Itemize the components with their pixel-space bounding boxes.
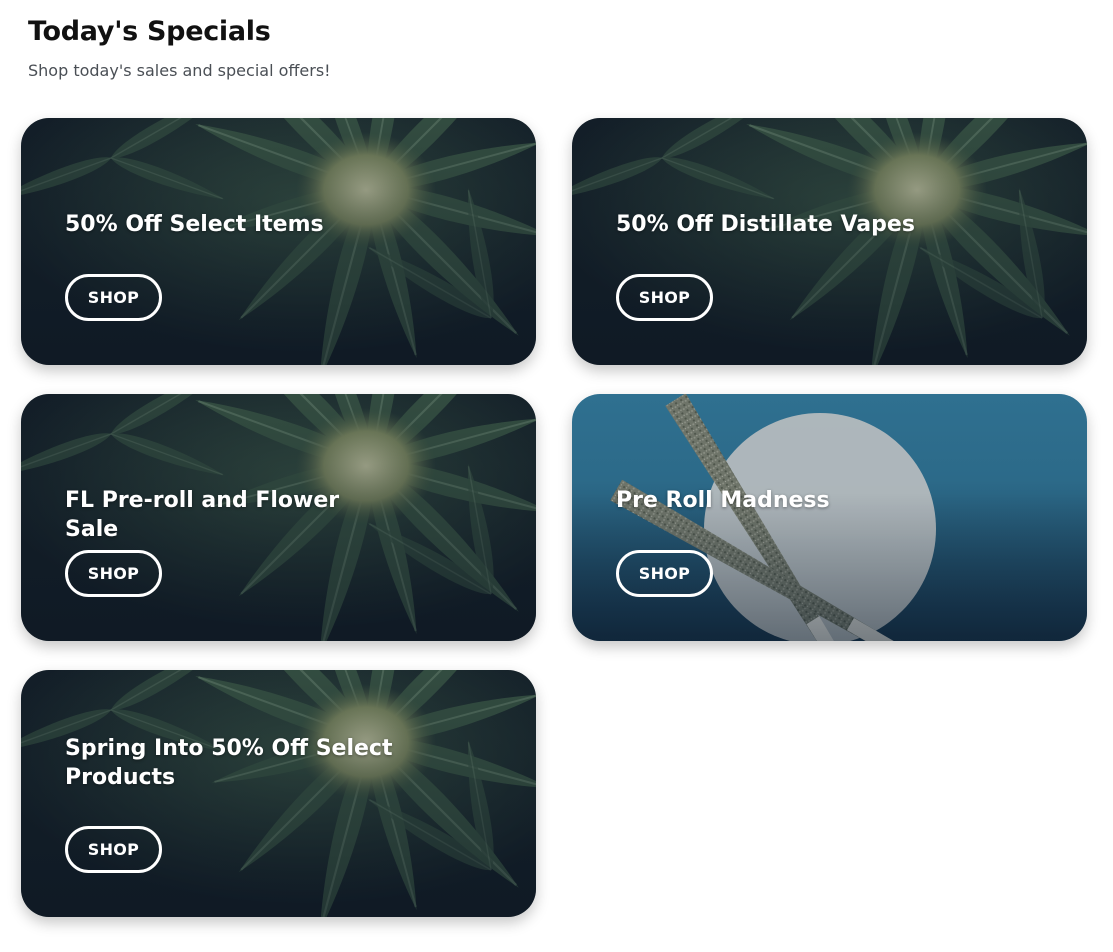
special-card-select-items[interactable]: 50% Off Select Items SHOP [21, 118, 536, 365]
pre-roll-image [572, 394, 1087, 641]
shop-button[interactable]: SHOP [616, 274, 713, 321]
cannabis-leaf-image [21, 670, 536, 917]
special-card-title: Pre Roll Madness [616, 488, 830, 513]
cannabis-leaf-image [572, 118, 1087, 365]
shop-button[interactable]: SHOP [616, 550, 713, 597]
shop-button[interactable]: SHOP [65, 274, 162, 321]
special-card-spring-select-products[interactable]: Spring Into 50% Off Select Products SHOP [21, 670, 536, 917]
special-card-preroll-flower-sale[interactable]: FL Pre-roll and Flower Sale SHOP [21, 394, 536, 641]
shop-button[interactable]: SHOP [65, 550, 162, 597]
special-card-title: 50% Off Select Items [65, 212, 324, 237]
page-subtitle: Shop today's sales and special offers! [28, 61, 331, 80]
specials-header: Today's Specials Shop today's sales and … [28, 16, 331, 80]
page-title: Today's Specials [28, 16, 271, 47]
special-card-title: FL Pre-roll and Flower Sale [65, 488, 340, 542]
special-card-title: 50% Off Distillate Vapes [616, 212, 915, 237]
shop-button[interactable]: SHOP [65, 826, 162, 873]
special-card-title: Spring Into 50% Off Select Products [65, 736, 393, 790]
cannabis-leaf-image [21, 118, 536, 365]
special-card-pre-roll-madness[interactable]: Pre Roll Madness SHOP [572, 394, 1087, 641]
special-card-distillate-vapes[interactable]: 50% Off Distillate Vapes SHOP [572, 118, 1087, 365]
